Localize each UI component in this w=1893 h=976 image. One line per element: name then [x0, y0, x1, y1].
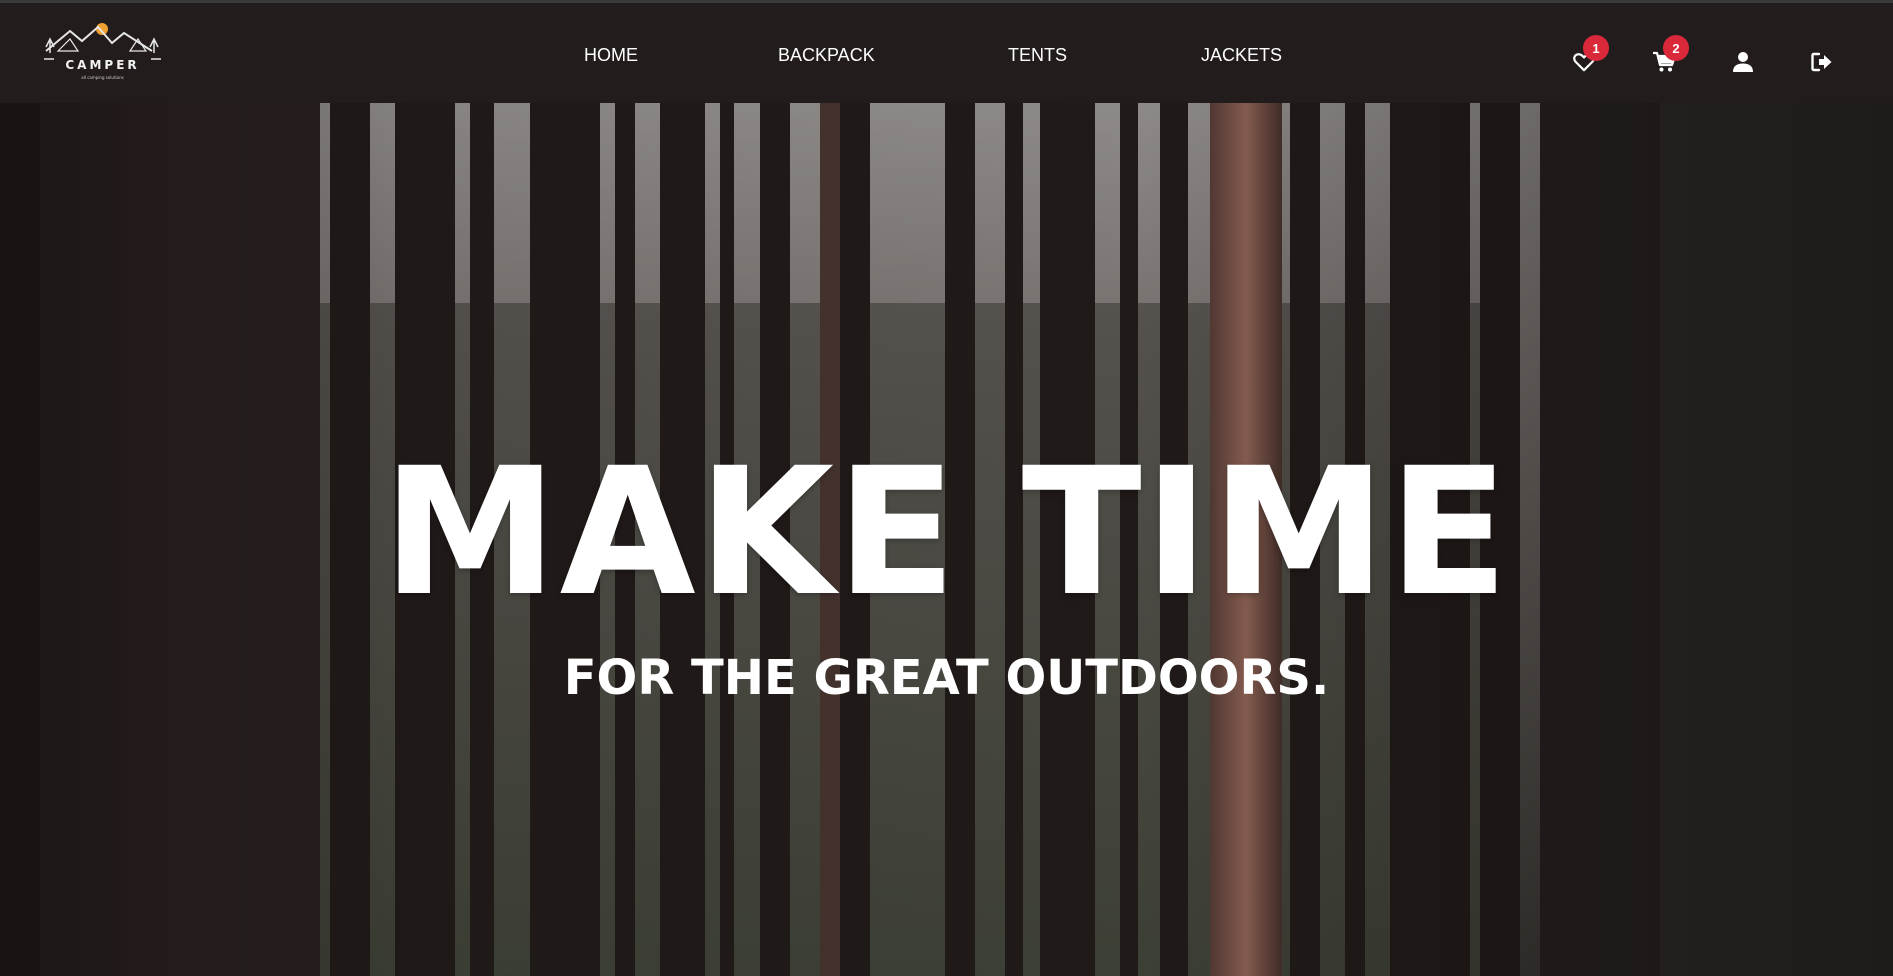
hero-banner: MAKE TIME FOR THE GREAT OUTDOORS. [0, 103, 1893, 976]
wishlist-button[interactable]: 1 [1571, 35, 1609, 75]
brand-tagline: all camping solutions [81, 75, 124, 80]
wishlist-count-badge: 1 [1583, 35, 1609, 61]
logout-button[interactable] [1809, 49, 1835, 75]
nav-link-jackets[interactable]: JACKETS [1201, 45, 1282, 66]
brand-name: CAMPER [65, 58, 140, 72]
nav-link-home[interactable]: HOME [584, 45, 638, 66]
nav-link-tents[interactable]: TENTS [1008, 45, 1067, 66]
cart-count-badge: 2 [1663, 35, 1689, 61]
top-navbar: CAMPER all camping solutions HOME BACKPA… [0, 0, 1893, 103]
cart-button[interactable]: 2 [1651, 35, 1689, 75]
nav-link-backpack[interactable]: BACKPACK [778, 45, 875, 66]
mountain-logo-icon [44, 23, 161, 60]
logout-icon [1811, 52, 1832, 72]
camper-logo[interactable]: CAMPER all camping solutions [40, 21, 165, 85]
user-icon [1733, 52, 1753, 72]
account-button[interactable] [1730, 49, 1756, 75]
hero-subtitle: FOR THE GREAT OUTDOORS. [563, 650, 1330, 706]
hero-title: MAKE TIME [382, 430, 1511, 635]
